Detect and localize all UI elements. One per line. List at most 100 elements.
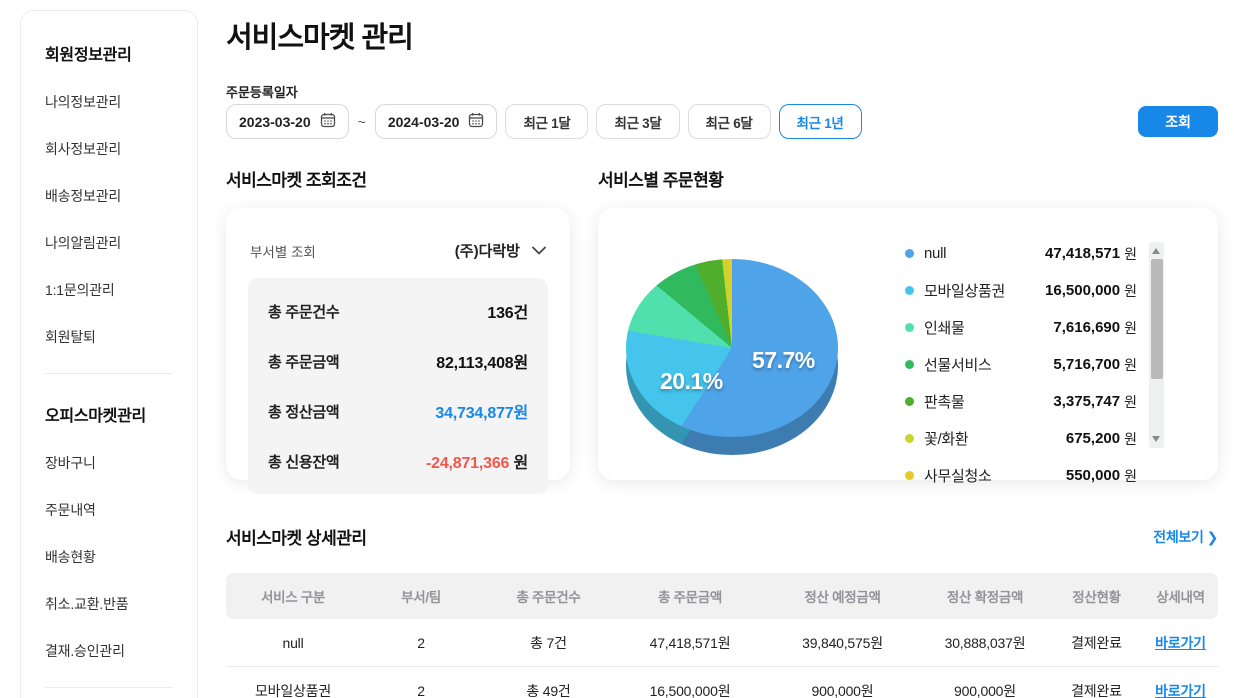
legend-unit: 원 <box>1124 466 1137 486</box>
legend-dot <box>905 323 914 332</box>
legend-value: 675,200 <box>1066 430 1120 447</box>
legend-item: 사무실청소 550,000 원 <box>905 457 1137 494</box>
legend-unit: 원 <box>1124 318 1137 338</box>
calendar-icon <box>468 112 484 131</box>
sidebar-item-company-info[interactable]: 회사정보관리 <box>45 139 173 159</box>
col-detail: 상세내역 <box>1143 586 1218 606</box>
cell-settle-fixed: 30,888,037원 <box>920 633 1050 653</box>
sidebar-item-inquiry[interactable]: 1:1문의관리 <box>45 280 173 300</box>
legend-label: 꽃/화환 <box>924 428 968 449</box>
view-all-link[interactable]: 전체보기❯ <box>1153 527 1218 547</box>
page: 회원정보관리 나의정보관리 회사정보관리 배송정보관리 나의알림관리 1:1문의… <box>0 0 1234 698</box>
summary-stats-box: 총 주문건수 136건 총 주문금액 82,113,408원 총 정산금액 34… <box>248 278 548 494</box>
stat-value: -24,871,366 원 <box>426 449 528 473</box>
pie-chart-wrap: 57.7% 20.1% <box>622 242 842 457</box>
scrollbar-thumb[interactable] <box>1151 259 1163 379</box>
legend-dot <box>905 360 914 369</box>
cell-settle-status: 결제완료 <box>1050 633 1143 653</box>
dept-select-dropdown[interactable]: (주)다락방 <box>455 240 546 261</box>
sidebar-item-withdraw[interactable]: 회원탈퇴 <box>45 327 173 347</box>
sidebar-item-order-history[interactable]: 주문내역 <box>45 500 173 520</box>
cell-service: 모바일상품권 <box>226 681 360 698</box>
cell-dept: 2 <box>360 683 482 698</box>
legend-label: 선물서비스 <box>924 354 992 375</box>
quick-filter-1year[interactable]: 최근 1년 <box>779 104 862 139</box>
stat-row-order-amount: 총 주문금액 82,113,408원 <box>268 336 528 386</box>
date-to-input[interactable]: 2024-03-20 <box>375 104 498 139</box>
go-link[interactable]: 바로가기 <box>1155 635 1206 651</box>
cell-settle-fixed: 900,000원 <box>920 681 1050 698</box>
sidebar-section-member: 회원정보관리 <box>45 41 173 65</box>
sidebar-item-cart[interactable]: 장바구니 <box>45 453 173 473</box>
stat-label: 총 신용잔액 <box>268 451 339 472</box>
legend-value: 5,716,700 <box>1053 356 1120 373</box>
query-condition-card: 부서별 조회 (주)다락방 총 주문건수 136건 총 주문금액 82,113,… <box>226 208 570 480</box>
legend-unit: 원 <box>1124 429 1137 449</box>
quick-filter-3month[interactable]: 최근 3달 <box>596 104 679 139</box>
sidebar-item-shipping-info[interactable]: 배송정보관리 <box>45 186 173 206</box>
orders-by-service-card: 57.7% 20.1% null 47,418,571 원 모바일상품권 16,… <box>598 208 1218 480</box>
legend-label: 모바일상품권 <box>924 280 1005 301</box>
page-title: 서비스마켓 관리 <box>226 14 413 56</box>
legend-unit: 원 <box>1124 392 1137 412</box>
legend-scrollbar[interactable] <box>1149 242 1164 448</box>
stat-value: 82,113,408원 <box>436 349 528 373</box>
stat-label: 총 주문건수 <box>268 301 339 322</box>
sidebar-item-my-info[interactable]: 나의정보관리 <box>45 92 173 112</box>
dept-select-row: 부서별 조회 (주)다락방 <box>248 234 548 261</box>
legend-dot <box>905 286 914 295</box>
col-settle-status: 정산현황 <box>1050 586 1143 606</box>
scroll-down-icon[interactable] <box>1152 436 1160 442</box>
legend-value: 47,418,571 <box>1045 245 1120 262</box>
legend-item: 선물서비스 5,716,700 원 <box>905 346 1137 383</box>
sidebar-item-payment-approval[interactable]: 결재.승인관리 <box>45 641 173 661</box>
go-link[interactable]: 바로가기 <box>1155 683 1206 698</box>
dept-select-value: (주)다락방 <box>455 240 520 261</box>
legend-value: 3,375,747 <box>1053 393 1120 410</box>
quick-filter-6month[interactable]: 최근 6달 <box>688 104 771 139</box>
query-panel-title: 서비스마켓 조회조건 <box>226 166 366 191</box>
stat-label: 총 정산금액 <box>268 401 339 422</box>
table-row: null 2 총 7건 47,418,571원 39,840,575원 30,8… <box>226 619 1218 667</box>
view-all-label: 전체보기 <box>1153 529 1203 545</box>
date-separator: ~ <box>358 114 366 130</box>
legend-label: 인쇄물 <box>924 317 965 338</box>
pie-percent-main: 57.7% <box>752 347 815 374</box>
chart-legend: null 47,418,571 원 모바일상품권 16,500,000 원 인쇄… <box>905 235 1137 494</box>
scroll-up-icon[interactable] <box>1152 248 1160 254</box>
legend-label: 판촉물 <box>924 391 965 412</box>
legend-unit: 원 <box>1124 355 1137 375</box>
table-row: 모바일상품권 2 총 49건 16,500,000원 900,000원 900,… <box>226 667 1218 698</box>
legend-dot <box>905 471 914 480</box>
stat-row-order-count: 총 주문건수 136건 <box>268 286 528 336</box>
legend-label: 사무실청소 <box>924 465 992 486</box>
table-header-row: 서비스 구분 부서/팀 총 주문건수 총 주문금액 정산 예정금액 정산 확정금… <box>226 573 1218 619</box>
chevron-right-icon: ❯ <box>1207 529 1218 545</box>
filter-row: 2023-03-20 ~ 2024-03-20 <box>226 104 1218 139</box>
legend-item: 모바일상품권 16,500,000 원 <box>905 272 1137 309</box>
search-button[interactable]: 조회 <box>1138 106 1218 137</box>
quick-filter-1month[interactable]: 최근 1달 <box>505 104 588 139</box>
sidebar-item-my-alerts[interactable]: 나의알림관리 <box>45 233 173 253</box>
date-from-input[interactable]: 2023-03-20 <box>226 104 349 139</box>
legend-item: null 47,418,571 원 <box>905 235 1137 272</box>
sidebar-item-delivery-status[interactable]: 배송현황 <box>45 547 173 567</box>
col-settle-fixed: 정산 확정금액 <box>920 586 1050 606</box>
date-from-value: 2023-03-20 <box>239 114 311 130</box>
cell-order-count: 총 49건 <box>482 681 615 698</box>
orders-panel-title: 서비스별 주문현황 <box>598 166 723 191</box>
stat-row-credit-balance: 총 신용잔액 -24,871,366 원 <box>268 436 528 486</box>
col-order-amount: 총 주문금액 <box>615 586 765 606</box>
cell-order-amount: 16,500,000원 <box>615 681 765 698</box>
legend-item: 인쇄물 7,616,690 원 <box>905 309 1137 346</box>
sidebar-item-cancel-exchange[interactable]: 취소.교환.반품 <box>45 594 173 614</box>
col-dept: 부서/팀 <box>360 586 482 606</box>
dept-select-label: 부서별 조회 <box>250 241 316 261</box>
sidebar-divider <box>45 687 173 688</box>
detail-section: 서비스마켓 상세관리 전체보기❯ 서비스 구분 부서/팀 총 주문건수 총 주문… <box>226 524 1218 698</box>
cell-settle-status: 결제완료 <box>1050 681 1143 698</box>
calendar-icon <box>320 112 336 131</box>
cell-dept: 2 <box>360 635 482 651</box>
detail-title: 서비스마켓 상세관리 <box>226 524 366 549</box>
main-content: 서비스마켓 관리 주문등록일자 2023-03-20 ~ 2024-03-20 <box>226 0 1218 698</box>
